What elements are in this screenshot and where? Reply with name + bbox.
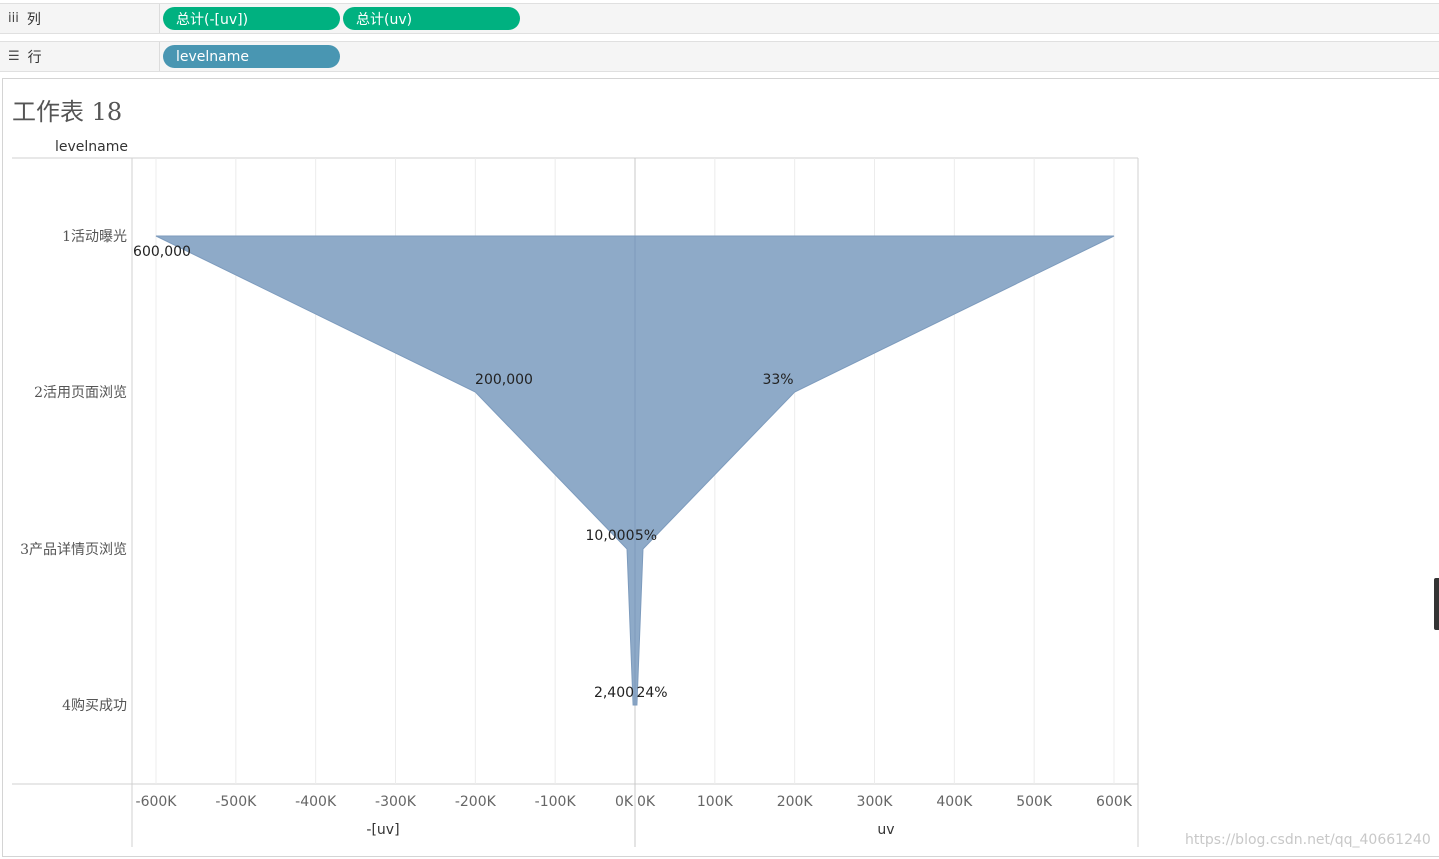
funnel-chart: 1活动曝光 2活用页面浏览 3产品详情页浏览 4购买成功 -600K -500K -400… [12, 157, 1139, 847]
tick-left-1: -500K [215, 794, 257, 810]
data-label-right-3: 5% [635, 528, 657, 544]
tick-right-1: 100K [697, 794, 734, 810]
data-label-right-2: 33% [762, 372, 793, 388]
data-label-left-4: 2,400 [594, 685, 634, 701]
category-label-1: 1活动曝光 [62, 229, 127, 245]
tick-left-5: -100K [535, 794, 577, 810]
tick-right-3: 300K [857, 794, 894, 810]
data-label-right-4: 24% [636, 685, 667, 701]
category-label-4: 4购买成功 [62, 698, 127, 714]
category-label-3: 3产品详情页浏览 [20, 542, 127, 558]
tick-left-4: -200K [455, 794, 497, 810]
category-label-2: 2活用页面浏览 [34, 385, 127, 401]
chart-area [155, 235, 1115, 706]
tick-right-2: 200K [777, 794, 814, 810]
tick-labels: -600K -500K -400K -300K -200K -100K 0K 0K 100K 20… [136, 794, 1133, 810]
axis-titles: -[uv] uv [366, 822, 894, 838]
tick-left-3: -300K [375, 794, 417, 810]
category-labels: 1活动曝光 2活用页面浏览 3产品详情页浏览 4购买成功 [20, 229, 127, 714]
tick-right-4: 400K [936, 794, 973, 810]
scrollbar-handle[interactable] [1434, 578, 1439, 630]
tick-right-6: 600K [1096, 794, 1133, 810]
axis-title-right: uv [877, 822, 894, 838]
tick-right-0: 0K [637, 794, 656, 810]
data-label-left-2: 200,000 [475, 372, 533, 388]
data-label-left-3: 10,000 [586, 528, 635, 544]
tick-right-5: 500K [1016, 794, 1053, 810]
tick-left-2: -400K [295, 794, 337, 810]
data-label-left-1: 600,000 [133, 244, 191, 260]
watermark: https://blog.csdn.net/qq_40661240 [1185, 832, 1431, 848]
tick-left-0: -600K [136, 794, 178, 810]
axis-title-left: -[uv] [366, 822, 399, 838]
tick-left-6: 0K [615, 794, 634, 810]
